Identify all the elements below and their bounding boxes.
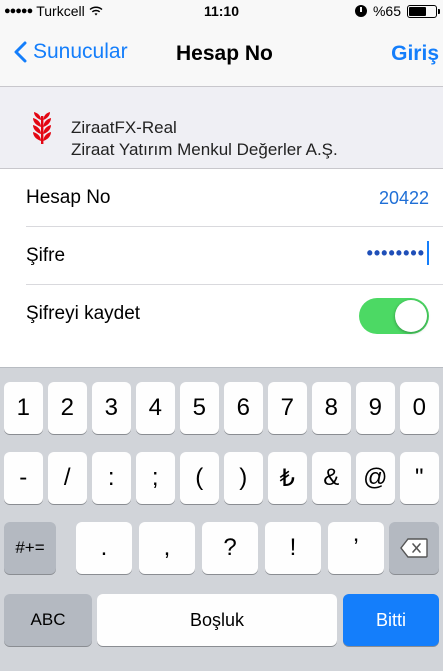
key-1[interactable]: 2 [48,382,87,434]
server-company: Ziraat Yatırım Menkul Değerler A.Ş. [71,140,338,159]
status-right: %65 [354,3,440,19]
account-label: Hesap No [26,187,111,208]
key-4[interactable]: 5 [180,382,219,434]
save-password-toggle[interactable] [359,298,429,334]
password-row[interactable]: Şifre •••••••• [0,227,443,285]
alarm-icon [354,5,367,17]
key-symbol-8[interactable]: @ [356,452,395,504]
screen: ●●●●● Turkcell 11:10 %65 Sunucular Hesap… [0,0,443,671]
key-symbol-9[interactable]: " [400,452,439,504]
account-row[interactable]: Hesap No 20422 [0,169,443,227]
status-bar: ●●●●● Turkcell 11:10 %65 [0,0,443,22]
password-label: Şifre [26,245,66,266]
key-9[interactable]: 0 [400,382,439,434]
top-bar: ●●●●● Turkcell 11:10 %65 Sunucular Hesap… [0,0,443,87]
key-3[interactable]: 4 [136,382,175,434]
back-button[interactable]: Sunucular [14,40,128,64]
battery-percent: %65 [372,3,401,19]
account-field[interactable]: 20422 [379,188,429,209]
navigation-bar: Sunucular Hesap No Giriş [0,22,443,86]
more-symbols-key[interactable]: #+= [4,522,56,574]
key-6[interactable]: 7 [268,382,307,434]
password-field[interactable]: •••••••• [367,241,429,265]
text-cursor [427,241,429,265]
chevron-left-icon [14,41,27,63]
key-symbol-4[interactable]: ( [180,452,219,504]
space-key[interactable]: Boşluk [97,594,337,646]
save-password-label: Şifreyi kaydet [26,303,141,324]
back-button-label: Sunucular [33,40,128,63]
page-title: Hesap No [176,42,273,65]
server-header: ZiraatFX-Real Ziraat Yatırım Menkul Değe… [0,88,443,168]
battery-icon [407,4,440,18]
key-8[interactable]: 9 [356,382,395,434]
key-7[interactable]: 8 [312,382,351,434]
key-symbol-7[interactable]: & [312,452,351,504]
key-punct-0[interactable]: . [76,522,132,574]
backspace-icon [400,538,428,558]
abc-key[interactable]: ABC [4,594,92,646]
key-symbol-5[interactable]: ) [224,452,263,504]
key-symbol-0[interactable]: - [4,452,43,504]
key-symbol-6[interactable]: ₺ [268,452,307,504]
done-key[interactable]: Bitti [343,594,439,646]
key-punct-3[interactable]: ! [265,522,321,574]
key-punct-2[interactable]: ? [202,522,258,574]
toggle-knob [395,300,427,332]
key-2[interactable]: 3 [92,382,131,434]
battery-fill [409,6,426,16]
password-value: •••••••• [366,242,425,263]
key-symbol-3[interactable]: ; [136,452,175,504]
delete-key[interactable] [389,522,439,574]
key-0[interactable]: 1 [4,382,43,434]
save-password-row: Şifreyi kaydet [0,285,443,343]
login-form: Hesap No 20422 Şifre •••••••• Şifreyi ka… [0,168,443,368]
key-symbol-1[interactable]: / [48,452,87,504]
key-5[interactable]: 6 [224,382,263,434]
ziraat-logo-icon [33,112,51,144]
keyboard: 1 2 3 4 5 6 7 8 9 0 - /:;() ₺ & @ " #+=.,?!’ ABC Boşluk Bit… [0,367,443,671]
key-punct-1[interactable]: , [139,522,195,574]
login-button[interactable]: Giriş [391,42,439,66]
key-symbol-2[interactable]: : [92,452,131,504]
key-punct-4[interactable]: ’ [328,522,384,574]
server-name: ZiraatFX-Real [71,118,177,137]
